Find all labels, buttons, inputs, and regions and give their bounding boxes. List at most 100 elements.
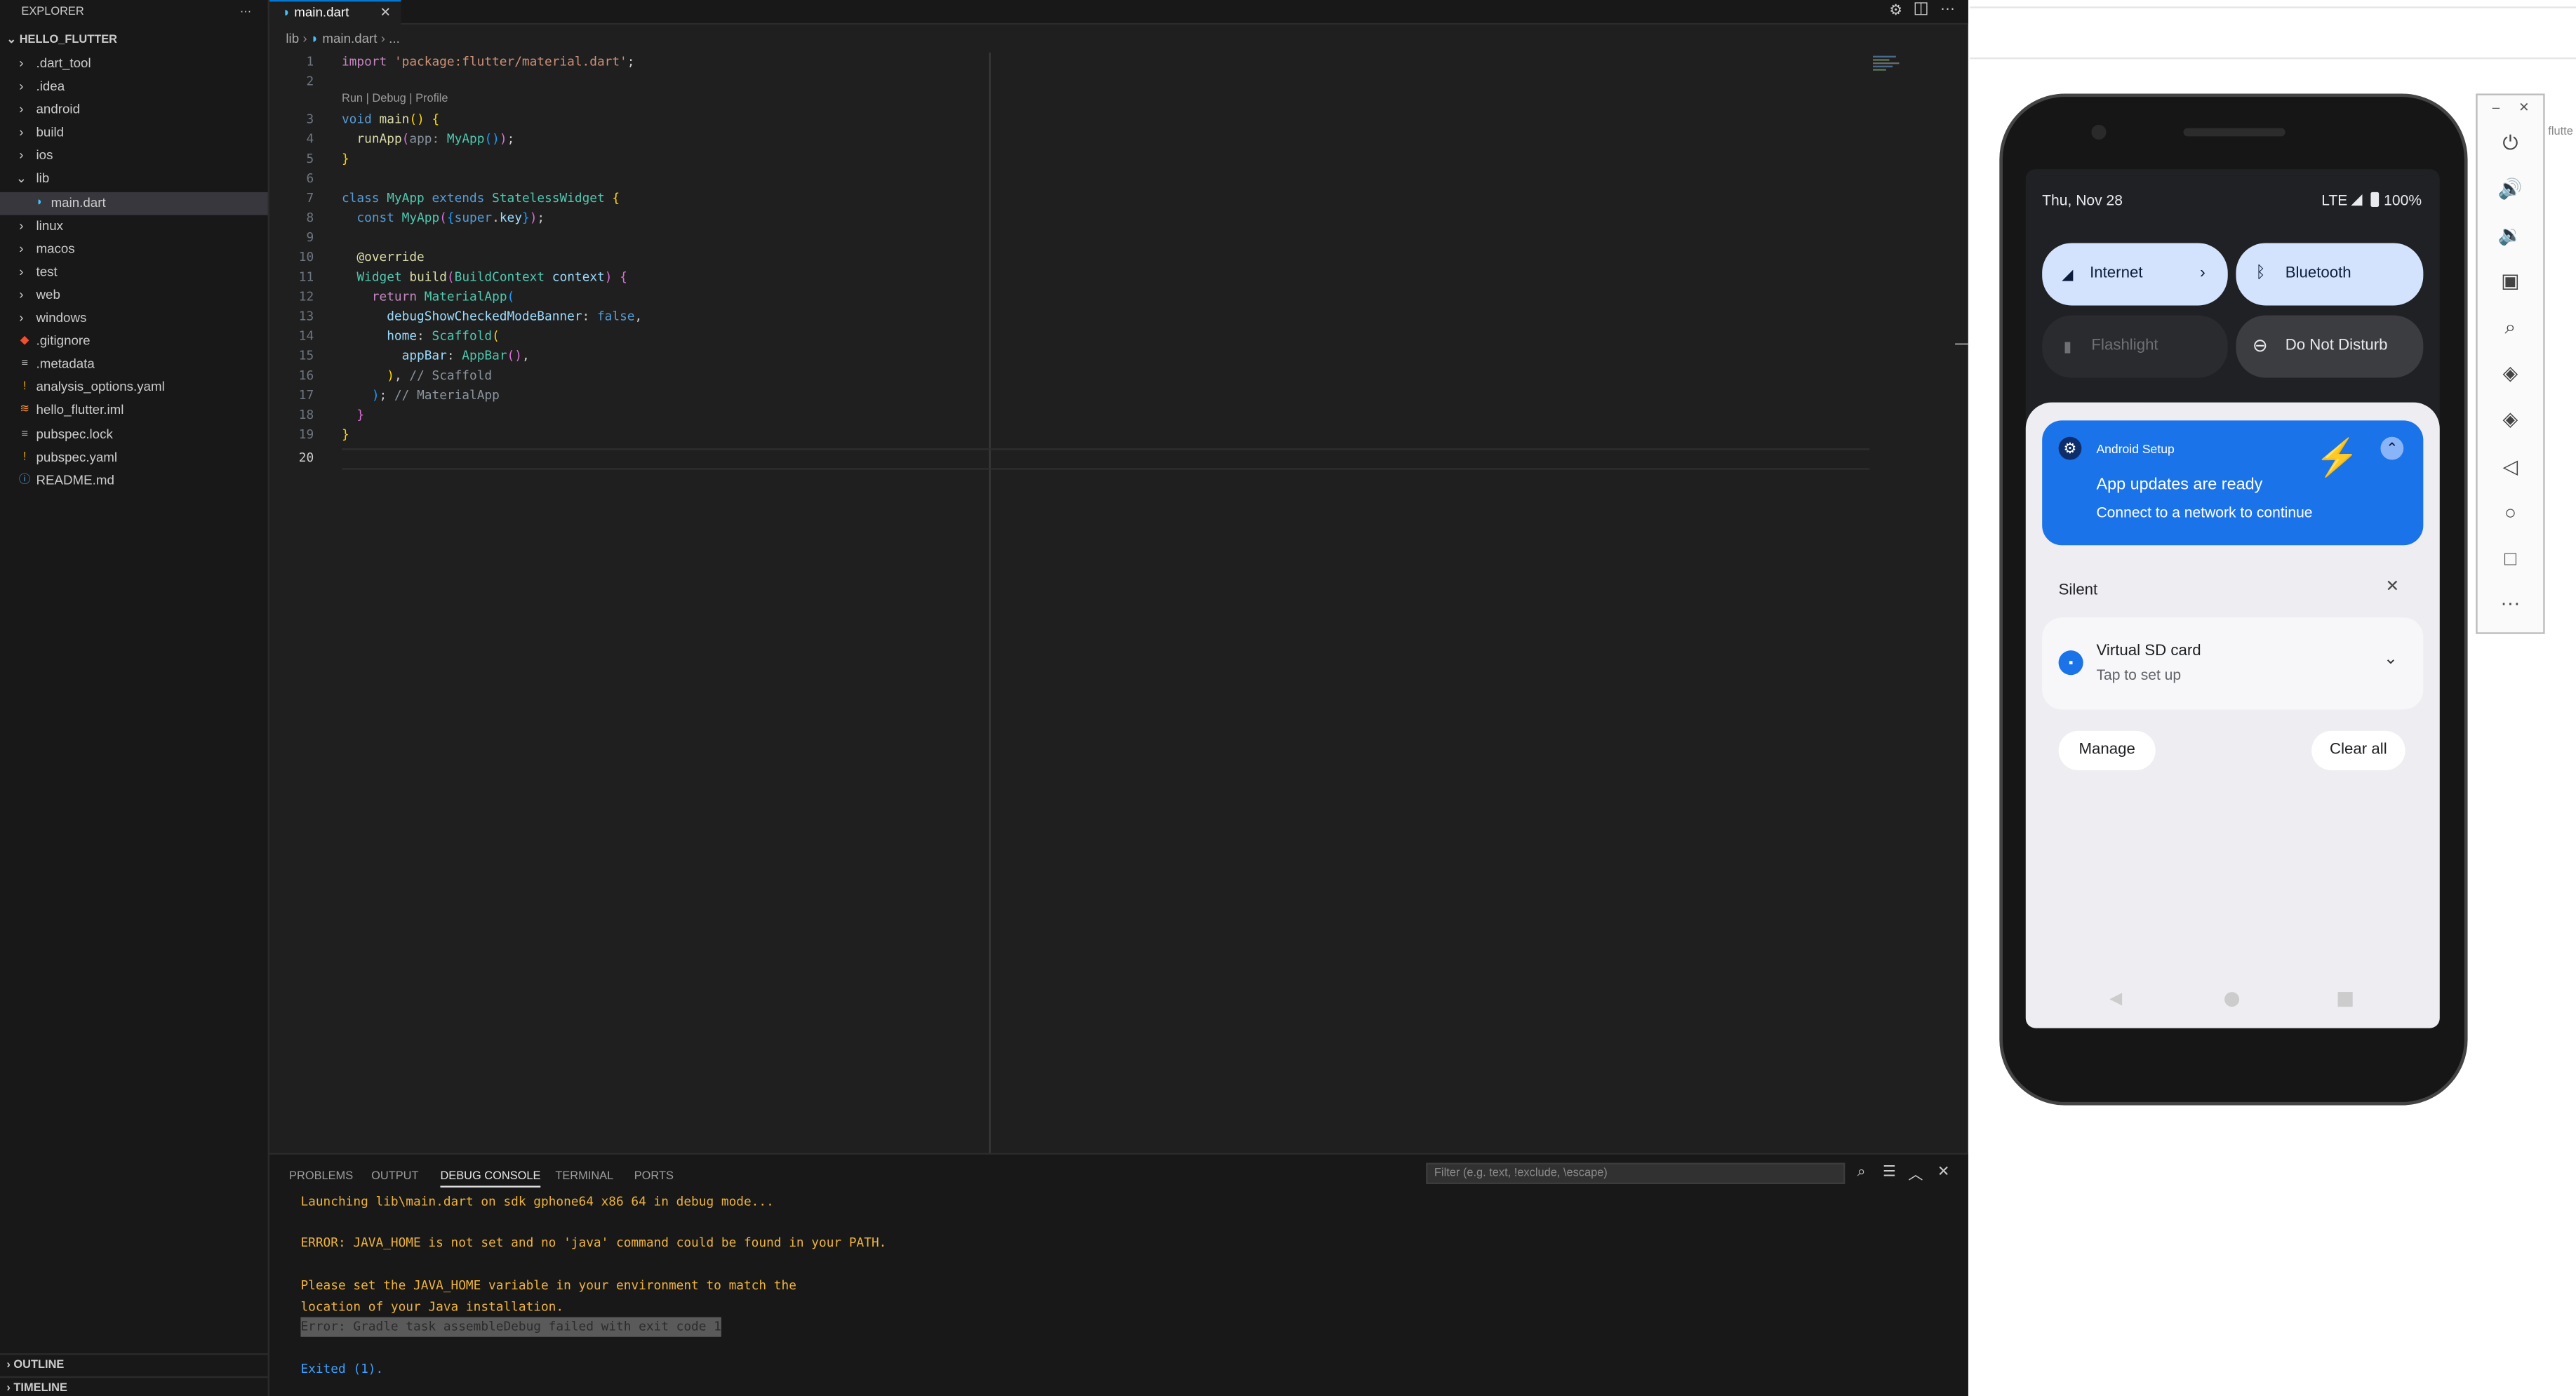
clear-all-button[interactable]: Clear all	[2311, 730, 2405, 771]
chevron-right-icon: ›	[19, 287, 24, 302]
folder-item[interactable]: › windows	[0, 307, 268, 330]
yaml-file-icon: !	[22, 450, 27, 463]
power-icon[interactable]: ⏻	[2478, 131, 2544, 156]
divider	[1970, 57, 2576, 60]
chevron-down-icon: ⌄	[6, 34, 17, 46]
close-icon[interactable]: ✕	[380, 1, 392, 25]
folder-item[interactable]: › build	[0, 122, 268, 145]
flashlight-icon: ▮	[2063, 338, 2072, 355]
tree-item-label: pubspec.lock	[36, 426, 113, 441]
file-item[interactable]: ◗ main.dart	[0, 191, 268, 215]
tree-item-label: .dart_tool	[36, 55, 91, 71]
tree-item-label: README.md	[36, 472, 114, 488]
nav-recents-icon[interactable]	[2337, 992, 2353, 1007]
chevron-right-icon: ›	[19, 217, 24, 233]
minimize-icon[interactable]: –	[2492, 100, 2500, 115]
tree-item-label: lib	[36, 171, 50, 187]
folder-item[interactable]: › test	[0, 261, 268, 284]
back-icon[interactable]: ◁	[2478, 455, 2544, 478]
chevron-right-icon: ›	[19, 79, 24, 94]
tile-internet[interactable]: ◢ Internet ›	[2042, 243, 2228, 306]
file-item[interactable]: ≋ hello_flutter.iml	[0, 400, 268, 423]
tab-problems[interactable]: PROBLEMS	[289, 1168, 353, 1188]
folder-item[interactable]: › .idea	[0, 76, 268, 99]
close-icon[interactable]: ✕	[2518, 100, 2530, 115]
split-editor-icon[interactable]: ◫	[1914, 0, 1929, 18]
chevron-up-icon[interactable]: ⌃	[2380, 436, 2404, 460]
folder-item[interactable]: ⌄ lib	[0, 168, 268, 192]
tab-terminal[interactable]: TERMINAL	[555, 1168, 613, 1188]
chevron-right-icon: ›	[6, 1383, 11, 1395]
search-icon[interactable]: ⌕	[1852, 1163, 1871, 1181]
tile-do-not-disturb[interactable]: ⊖ Do Not Disturb	[2236, 315, 2424, 378]
nav-back-icon[interactable]: ◀	[2109, 991, 2122, 1009]
tab-main-dart[interactable]: ◗ main.dart ✕	[269, 0, 401, 25]
notification-virtual-sd-card[interactable]: ▪ Virtual SD card Tap to set up ⌄	[2042, 617, 2424, 710]
tile-flashlight[interactable]: ▮ Flashlight	[2042, 315, 2228, 378]
tree-item-label: main.dart	[51, 194, 106, 210]
chevron-right-icon: ›	[6, 1360, 11, 1371]
list-icon[interactable]: ☰	[1879, 1163, 1899, 1181]
chevron-right-icon: ›	[19, 241, 24, 256]
tree-item-label: .idea	[36, 79, 65, 94]
run-debug-icon[interactable]: ⚙	[1889, 1, 1902, 20]
file-item[interactable]: ! pubspec.yaml	[0, 446, 268, 469]
splitter[interactable]	[1955, 343, 1968, 345]
folder-item[interactable]: › linux	[0, 215, 268, 238]
close-icon[interactable]: ✕	[2386, 578, 2400, 596]
zoom-icon[interactable]: ⌕	[2478, 316, 2544, 340]
nav-home-icon[interactable]	[2224, 992, 2240, 1007]
more-actions-icon[interactable]: ···	[1940, 0, 1955, 16]
overview-icon[interactable]: □	[2478, 547, 2544, 570]
silent-header: Silent	[2058, 581, 2098, 600]
folder-item[interactable]: › web	[0, 284, 268, 307]
explorer-title: EXPLORER	[21, 6, 84, 18]
rotate-left-icon[interactable]: ◈	[2478, 361, 2544, 384]
tile-bluetooth[interactable]: ᛒ Bluetooth	[2236, 243, 2424, 306]
codelens-run-debug-profile[interactable]: Run | Debug | Profile	[342, 93, 448, 105]
bottom-panel: PROBLEMS OUTPUT DEBUG CONSOLE TERMINAL P…	[269, 1153, 1968, 1396]
volume-down-icon[interactable]: 🔉	[2478, 223, 2544, 246]
outline-section[interactable]: › OUTLINE	[0, 1353, 268, 1376]
tree-item-label: .metadata	[36, 356, 95, 372]
file-item[interactable]: ≡ .metadata	[0, 354, 268, 377]
manage-button[interactable]: Manage	[2058, 730, 2156, 771]
file-item[interactable]: ◆ .gitignore	[0, 330, 268, 354]
console-line: location of your Java installation.	[300, 1298, 564, 1314]
tree-item-label: android	[36, 102, 80, 117]
current-line-highlight	[341, 448, 1870, 470]
settings-icon: ⚙	[2058, 436, 2082, 460]
camera-icon	[2091, 124, 2107, 140]
folder-item[interactable]: › .dart_tool	[0, 53, 268, 76]
rotate-right-icon[interactable]: ◈	[2478, 408, 2544, 431]
file-item[interactable]: ⓘ README.md	[0, 469, 268, 492]
home-icon[interactable]: ○	[2478, 501, 2544, 524]
project-header[interactable]: ⌄ HELLO_FLUTTER	[0, 29, 268, 53]
folder-item[interactable]: › android	[0, 99, 268, 122]
editor-tab-bar: ◗ main.dart ✕ ⚙ ◫ ···	[269, 0, 1968, 25]
chevron-up-icon[interactable]: ︿	[1906, 1163, 1926, 1184]
dnd-icon: ⊖	[2252, 336, 2268, 357]
more-icon[interactable]: ···	[2478, 591, 2544, 615]
breadcrumb: lib › ◗ main.dart › ...	[286, 31, 400, 46]
camera-icon[interactable]: ▣	[2478, 269, 2544, 293]
tab-ports[interactable]: PORTS	[634, 1168, 674, 1188]
folder-item[interactable]: › ios	[0, 145, 268, 168]
divider	[1970, 6, 2576, 8]
git-file-icon: ◆	[20, 335, 29, 347]
timeline-section[interactable]: › TIMELINE	[0, 1376, 268, 1396]
more-actions-icon[interactable]: ···	[240, 0, 251, 25]
tab-debug-console[interactable]: DEBUG CONSOLE	[440, 1168, 541, 1188]
minimap[interactable]	[1873, 54, 1902, 77]
file-item[interactable]: ≡ pubspec.lock	[0, 423, 268, 446]
console-filter-input[interactable]: Filter (e.g. text, !exclude, \escape)	[1426, 1162, 1846, 1184]
volume-up-icon[interactable]: 🔊	[2478, 177, 2544, 201]
chevron-down-icon[interactable]: ⌄	[2384, 650, 2398, 669]
notification-android-setup[interactable]: ⚙ Android Setup App updates are ready Co…	[2042, 420, 2424, 546]
file-item[interactable]: ! analysis_options.yaml	[0, 377, 268, 400]
close-icon[interactable]: ✕	[1934, 1163, 1954, 1181]
explorer-sidebar: EXPLORER ··· ⌄ HELLO_FLUTTER › .dart_tool…	[0, 0, 269, 1396]
rss-file-icon: ≋	[20, 404, 29, 417]
tab-output[interactable]: OUTPUT	[371, 1168, 418, 1188]
folder-item[interactable]: › macos	[0, 238, 268, 261]
